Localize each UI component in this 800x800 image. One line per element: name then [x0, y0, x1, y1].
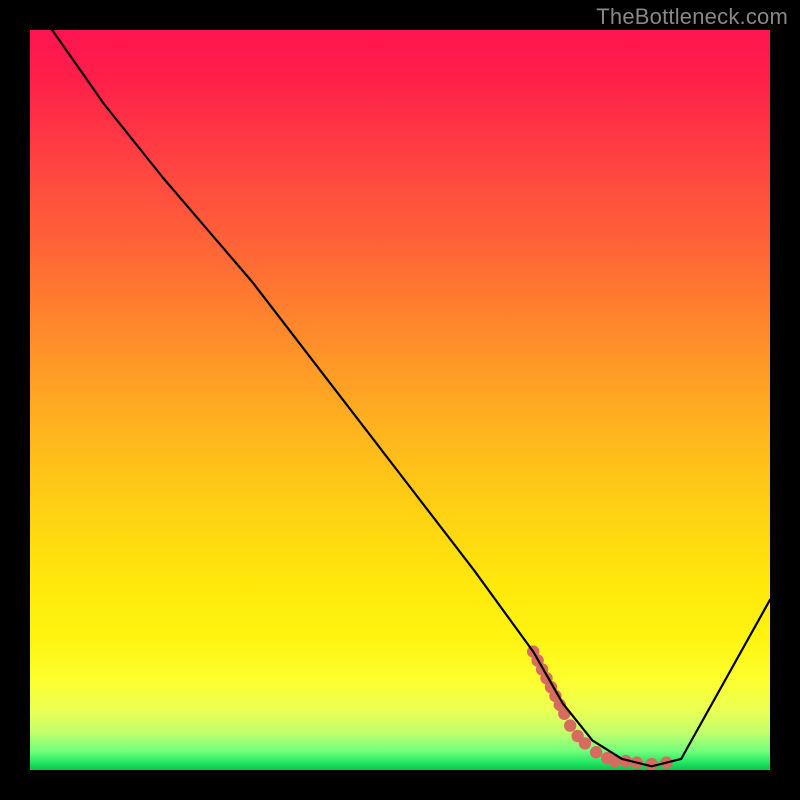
- watermark-text: TheBottleneck.com: [596, 4, 788, 30]
- highlight-dot: [579, 737, 591, 749]
- chart-svg: [30, 30, 770, 770]
- highlight-dot: [645, 758, 657, 770]
- highlight-dot: [564, 719, 576, 731]
- plot-area: [30, 30, 770, 770]
- highlight-dot: [590, 746, 602, 758]
- curve-line: [52, 30, 770, 766]
- highlight-series: [527, 645, 673, 770]
